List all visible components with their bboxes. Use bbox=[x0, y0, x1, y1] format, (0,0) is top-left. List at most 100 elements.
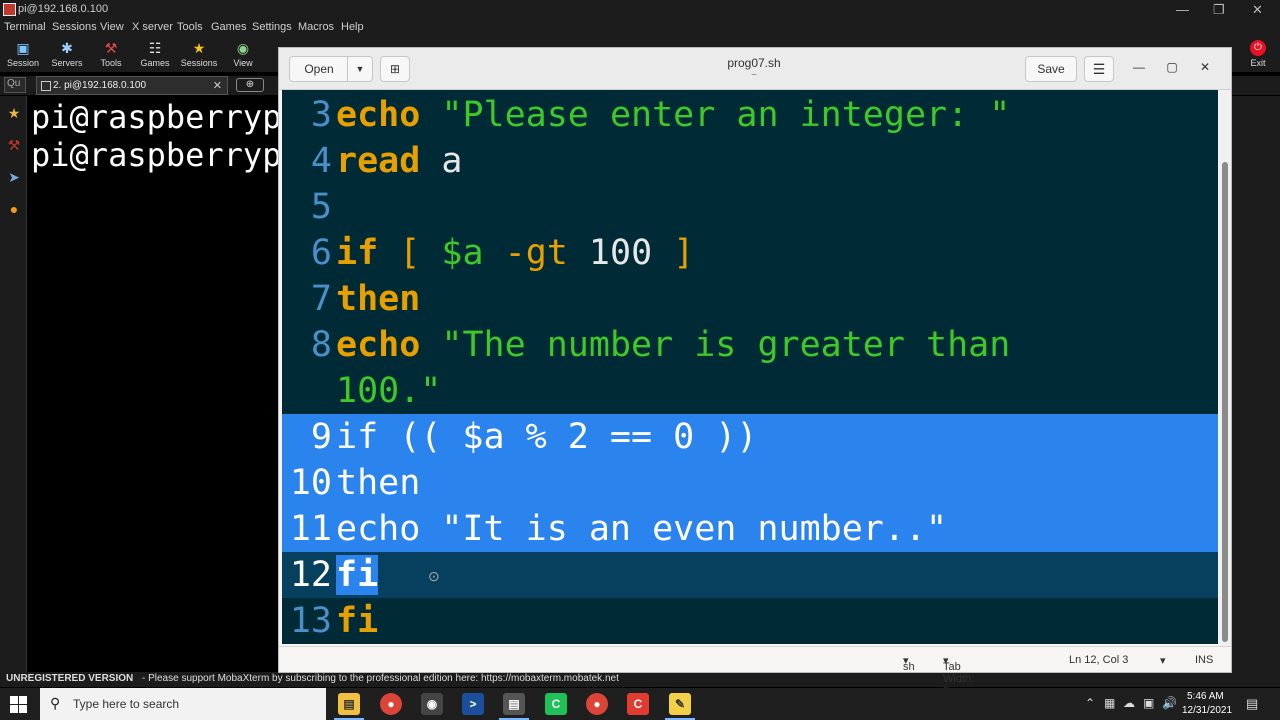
sidebar-sftp-icon[interactable]: ➤ bbox=[5, 168, 23, 186]
taskbar-search-input[interactable]: ⚲ Type here to search bbox=[40, 688, 326, 720]
support-message: - Please support MobaXterm by subscribin… bbox=[142, 673, 479, 684]
position-dropdown-icon[interactable]: ▾ bbox=[1160, 654, 1166, 667]
menu-help[interactable]: Help bbox=[341, 21, 364, 33]
code-token: "Please enter an integer: " bbox=[441, 95, 1011, 135]
close-icon[interactable]: ✕ bbox=[1195, 60, 1215, 74]
monitor-icon: ▣ bbox=[16, 40, 30, 56]
camera-icon[interactable]: ◉ bbox=[421, 693, 443, 715]
line-number: 11 bbox=[289, 509, 332, 549]
close-icon[interactable]: ✕ bbox=[1252, 2, 1263, 18]
notepad-icon[interactable]: ✎ bbox=[669, 693, 691, 715]
scrollbar-thumb[interactable] bbox=[1222, 162, 1228, 642]
close-tab-icon[interactable]: ✕ bbox=[213, 79, 222, 92]
sessions-button[interactable]: ★ Sessions bbox=[177, 38, 221, 72]
mobatek-link[interactable]: https://mobaxterm.mobatek.net bbox=[481, 673, 619, 684]
sidebar-tools-icon[interactable]: ⚒ bbox=[5, 136, 23, 154]
code-token: $a bbox=[441, 233, 484, 273]
chrome-profile-icon[interactable]: ● bbox=[586, 693, 608, 715]
servers-icon: ✱ bbox=[61, 40, 73, 56]
session-tab-label: 2. pi@192.168.0.100 bbox=[53, 80, 147, 91]
windows-start-icon[interactable] bbox=[10, 696, 28, 714]
code-line[interactable]: 8 echo "The number is greater than bbox=[282, 322, 1218, 368]
code-line[interactable]: 11 echo "It is an even number.." bbox=[282, 506, 1218, 552]
terminal-pane[interactable]: pi@raspberryp pi@raspberryp bbox=[28, 96, 278, 672]
games-button[interactable]: ☷ Games bbox=[133, 38, 177, 72]
network-icon[interactable]: ▣ bbox=[1143, 696, 1154, 710]
hamburger-menu-icon[interactable]: ☰ bbox=[1084, 56, 1114, 82]
menu-games[interactable]: Games bbox=[211, 21, 246, 33]
notifications-icon[interactable]: ▤ bbox=[1246, 696, 1258, 712]
app-red-icon[interactable]: C bbox=[627, 693, 649, 715]
code-line[interactable]: 9 if (( $a % 2 == 0 )) bbox=[282, 414, 1218, 460]
menu-sessions[interactable]: Sessions bbox=[52, 21, 97, 33]
device-icon[interactable]: ▦ bbox=[1104, 696, 1115, 710]
menu-tools[interactable]: Tools bbox=[177, 21, 203, 33]
quick-connect-input[interactable]: Qu bbox=[4, 77, 26, 93]
maximize-icon[interactable]: ▢ bbox=[1162, 60, 1182, 74]
right-panel bbox=[1232, 96, 1280, 672]
session-button[interactable]: ▣ Session bbox=[1, 38, 45, 72]
code-line[interactable]: 3 echo "Please enter an integer: " bbox=[282, 92, 1218, 138]
file-explorer-icon[interactable]: ▤ bbox=[338, 693, 360, 715]
code-line[interactable]: 5 bbox=[282, 184, 1218, 230]
onedrive-icon[interactable]: ☁ bbox=[1123, 696, 1135, 710]
session-tab[interactable]: 2. pi@192.168.0.100 ✕ bbox=[36, 76, 228, 95]
view-button[interactable]: ◉ View bbox=[221, 38, 265, 72]
menu-macros[interactable]: Macros bbox=[298, 21, 334, 33]
show-hidden-icons-icon[interactable]: ⌃ bbox=[1085, 696, 1095, 710]
exit-button[interactable]: ⏻ Exit bbox=[1240, 38, 1276, 72]
menu-settings[interactable]: Settings bbox=[252, 21, 292, 33]
terminal-line: pi@raspberryp bbox=[31, 136, 278, 174]
minimize-icon[interactable]: — bbox=[1129, 60, 1149, 74]
code-line[interactable]: 10 then bbox=[282, 460, 1218, 506]
new-document-icon[interactable]: ⊞ bbox=[380, 56, 410, 82]
vertical-scrollbar[interactable] bbox=[1219, 90, 1231, 646]
code-line[interactable]: 12 fi bbox=[282, 552, 1218, 598]
status-bar: UNREGISTERED VERSION - Please support Mo… bbox=[0, 672, 1280, 687]
document-path: ~ bbox=[751, 70, 757, 81]
powershell-icon[interactable]: > bbox=[462, 693, 484, 715]
line-number: 4 bbox=[310, 141, 332, 181]
maximize-icon[interactable]: ❐ bbox=[1213, 2, 1225, 18]
code-line[interactable]: 6 if [ $a -gt 100 ] bbox=[282, 230, 1218, 276]
code-editor[interactable]: 3 echo "Please enter an integer: " 4 read a… bbox=[282, 90, 1218, 644]
code-token: echo "It is an even number.." bbox=[336, 509, 948, 549]
line-number: 12 bbox=[289, 555, 332, 595]
open-button[interactable]: Open bbox=[289, 56, 349, 82]
line-number: 6 bbox=[310, 233, 332, 273]
mobaxterm-icon[interactable]: ▤ bbox=[503, 693, 525, 715]
pycharm-icon[interactable]: C bbox=[545, 693, 567, 715]
language-selector[interactable]: sh ▾ bbox=[903, 654, 915, 673]
clock-date[interactable]: 12/31/2021 bbox=[1182, 705, 1232, 716]
menu-terminal[interactable]: Terminal bbox=[4, 21, 46, 33]
volume-icon[interactable]: 🔊 bbox=[1162, 696, 1177, 710]
code-line[interactable]: 7 then bbox=[282, 276, 1218, 322]
tab-width-selector[interactable]: Tab Width: 8 ▾ bbox=[943, 654, 974, 697]
menu-x-server[interactable]: X server bbox=[132, 21, 173, 33]
line-number: 13 bbox=[289, 601, 332, 641]
clock-time[interactable]: 5:46 AM bbox=[1187, 691, 1224, 702]
menu-view[interactable]: View bbox=[100, 21, 124, 33]
exit-button-label: Exit bbox=[1250, 58, 1266, 68]
gedit-window: Open ▼ ⊞ prog07.sh ~ Save ☰ — ▢ ✕ 3 echo … bbox=[278, 47, 1232, 697]
minimize-icon[interactable]: — bbox=[1176, 2, 1189, 17]
code-token: then bbox=[336, 279, 421, 319]
sidebar-macros-icon[interactable]: ● bbox=[5, 200, 23, 218]
code-line[interactable]: 4 read a bbox=[282, 138, 1218, 184]
sidebar-sessions-star-icon[interactable]: ★ bbox=[5, 104, 23, 122]
line-number: 9 bbox=[310, 417, 332, 457]
servers-button[interactable]: ✱ Servers bbox=[45, 38, 89, 72]
code-text: then bbox=[336, 276, 420, 322]
code-text: then bbox=[336, 460, 420, 506]
save-button[interactable]: Save bbox=[1025, 56, 1077, 82]
new-tab-button[interactable]: ⊕ bbox=[236, 78, 264, 92]
line-number: 8 bbox=[310, 325, 332, 365]
tools-button[interactable]: ⚒ Tools bbox=[89, 38, 133, 72]
open-recent-dropdown-icon[interactable]: ▼ bbox=[347, 56, 373, 82]
code-line[interactable]: 100." bbox=[282, 368, 1218, 414]
code-line[interactable]: 13 fi bbox=[282, 598, 1218, 644]
chrome-icon[interactable]: ● bbox=[380, 693, 402, 715]
